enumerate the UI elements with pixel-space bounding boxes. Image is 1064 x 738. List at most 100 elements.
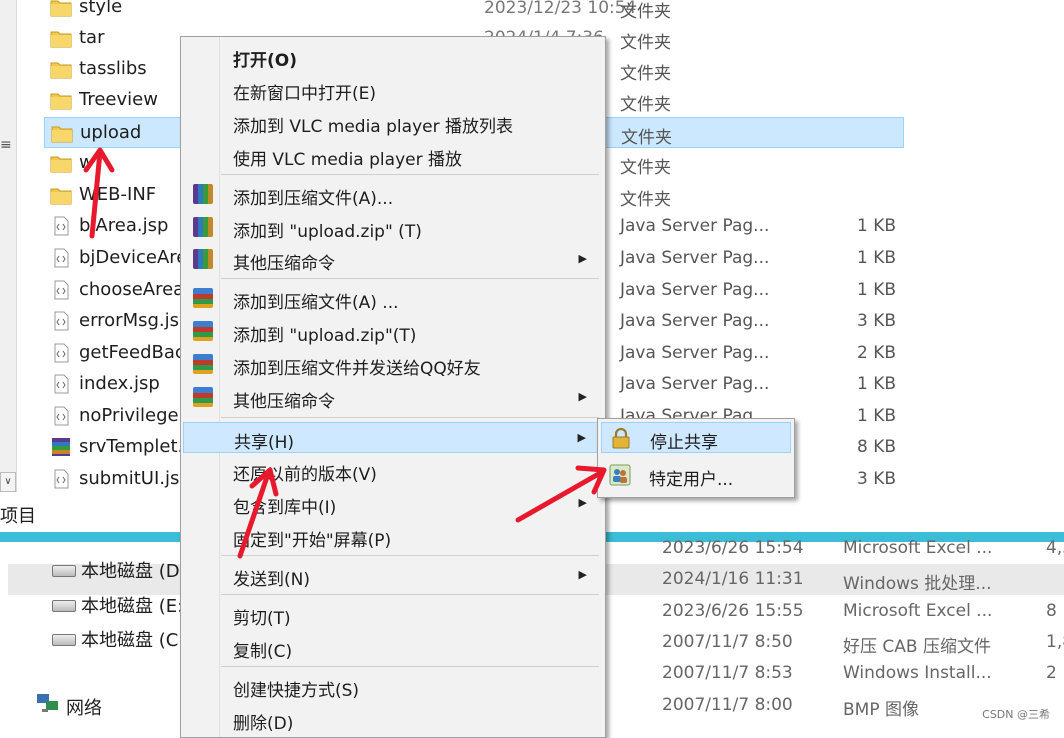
lower-row-date: 2024/1/16 11:31 — [662, 569, 804, 589]
context-menu-item[interactable]: 发送到(N) ▶ — [183, 560, 601, 591]
lower-row-type: 好压 CAB 压缩文件 — [843, 637, 991, 657]
context-menu: 打开(O) 在新窗口中打开(E) 添加到 VLC media player 播放列表… — [180, 36, 606, 738]
lower-row-date: 2007/11/7 8:53 — [662, 663, 793, 683]
menu-item-label: 其他压缩命令 — [233, 254, 335, 274]
menu-item-label: 删除(D) — [233, 714, 294, 734]
lower-row-date: 2007/11/7 8:50 — [662, 632, 793, 652]
context-menu-item[interactable]: 添加到 "upload.zip"(T) — [183, 316, 601, 347]
menu-item-label: 其他压缩命令 — [233, 392, 335, 412]
context-menu-item[interactable]: 添加到 "upload.zip" (T) — [183, 212, 601, 243]
menu-separator — [221, 417, 599, 418]
folder-icon — [50, 62, 72, 79]
context-menu-item[interactable]: 使用 VLC media player 播放 — [183, 140, 601, 171]
lock-icon — [612, 427, 630, 449]
file-size: 2 KB — [856, 343, 896, 363]
menu-separator — [221, 594, 599, 595]
file-name: srvTemplet. — [79, 436, 184, 457]
file-size: 1 KB — [856, 374, 896, 394]
context-menu-item[interactable]: 创建快捷方式(S) — [183, 671, 601, 702]
menu-separator — [221, 666, 599, 667]
context-menu-item[interactable]: 删除(D) — [183, 704, 601, 735]
context-menu-item[interactable]: 添加到 VLC media player 播放列表 — [183, 107, 601, 138]
folder-icon — [50, 93, 72, 110]
menu-item-label: 发送到(N) — [233, 570, 310, 590]
context-menu-item[interactable]: 打开(O) — [183, 41, 601, 72]
menu-item-label: 固定到"开始"屏幕(P) — [233, 531, 392, 551]
file-type: Java Server Pag... — [620, 374, 770, 394]
pane-grip-icon: ≡ — [0, 137, 12, 153]
haozip-icon — [193, 288, 213, 308]
submenu-arrow-icon: ▶ — [578, 568, 587, 581]
jsp-file-icon — [54, 311, 69, 331]
file-name: bjArea.jsp — [79, 215, 169, 236]
file-size: 3 KB — [856, 311, 896, 331]
file-type: Java Server Pag... — [620, 248, 770, 268]
file-size: 3 KB — [856, 469, 896, 489]
lower-row-size: 8 — [1046, 601, 1057, 621]
specific-users-item[interactable]: 特定用户... — [601, 460, 791, 491]
lower-row-date: 2007/11/7 8:00 — [662, 695, 793, 715]
stop-sharing-item[interactable]: 停止共享 — [601, 422, 791, 453]
file-name: noPrivilegeE — [79, 405, 190, 426]
file-type: Java Server Pag... — [620, 343, 770, 363]
file-name: index.jsp — [79, 373, 160, 394]
file-name: errorMsg.js — [79, 310, 180, 331]
menu-item-label: 添加到压缩文件(A) ... — [233, 293, 399, 313]
context-menu-item[interactable]: 剪切(T) — [183, 599, 601, 630]
drive-icon — [52, 565, 76, 577]
nav-item-drive-e[interactable]: 本地磁盘 (E: — [81, 592, 183, 618]
context-menu-item[interactable]: 复制(C) — [183, 632, 601, 663]
menu-separator — [221, 555, 599, 556]
menu-item-label: 打开(O) — [233, 51, 297, 71]
file-size: 1 KB — [856, 216, 896, 236]
drive-icon — [52, 600, 76, 612]
menu-item-label: 包含到库中(I) — [233, 498, 337, 518]
haozip-icon — [193, 354, 213, 374]
network-icon — [37, 694, 58, 712]
folder-icon — [50, 156, 72, 173]
archive-icon — [52, 438, 70, 456]
nav-item-network[interactable]: 网络 — [66, 694, 102, 720]
lower-row-size: 2 — [1046, 663, 1057, 683]
stop-sharing-label: 停止共享 — [650, 433, 718, 453]
context-menu-item[interactable]: 共享(H) ▶ — [183, 422, 601, 453]
file-name: Treeview — [79, 89, 158, 110]
file-name: WEB-INF — [79, 184, 157, 205]
file-name: upload — [80, 122, 142, 143]
file-date: 2023/12/23 10:54 — [484, 0, 637, 18]
lower-row-type: Microsoft Excel ... — [843, 601, 993, 621]
file-row[interactable]: style 2023/12/23 10:54 文件夹 — [44, 0, 904, 23]
context-menu-item[interactable]: 还原以前的版本(V) — [183, 455, 601, 486]
context-menu-item[interactable]: 包含到库中(I) ▶ — [183, 488, 601, 519]
lower-row-type: BMP 图像 — [843, 700, 919, 720]
folder-icon — [51, 126, 73, 143]
context-menu-item[interactable]: 其他压缩命令 ▶ — [183, 244, 601, 275]
context-menu-item[interactable]: 固定到"开始"屏幕(P) — [183, 521, 601, 552]
file-size: 1 KB — [856, 406, 896, 426]
context-menu-item[interactable]: 添加到压缩文件并发送给QQ好友 — [183, 349, 601, 380]
menu-item-label: 还原以前的版本(V) — [233, 465, 377, 485]
menu-item-label: 使用 VLC media player 播放 — [233, 150, 462, 170]
winrar-icon — [193, 217, 213, 237]
menu-item-label: 添加到压缩文件(A)... — [233, 189, 394, 209]
context-menu-item[interactable]: 在新窗口中打开(E) — [183, 74, 601, 105]
drive-icon — [52, 634, 76, 646]
context-menu-item[interactable]: 添加到压缩文件(A)... — [183, 179, 601, 210]
lower-row-date: 2023/6/26 15:55 — [662, 601, 804, 621]
specific-users-label: 特定用户... — [649, 470, 734, 490]
file-name: style — [79, 0, 123, 17]
file-size: 1 KB — [856, 280, 896, 300]
nav-item-drive-c[interactable]: 本地磁盘 (C — [81, 626, 178, 652]
lower-row-size: 1,8 — [1046, 632, 1064, 652]
menu-item-label: 在新窗口中打开(E) — [233, 84, 377, 104]
file-type: 文件夹 — [621, 128, 672, 148]
navigation-pane-edge: ≡ ∨ — [0, 0, 17, 492]
menu-item-label: 共享(H) — [234, 433, 295, 453]
file-name: tasslibs — [79, 58, 147, 79]
menu-item-label: 剪切(T) — [233, 609, 291, 629]
context-menu-item[interactable]: 添加到压缩文件(A) ... — [183, 283, 601, 314]
menu-item-label: 复制(C) — [233, 642, 293, 662]
context-menu-item[interactable]: 其他压缩命令 ▶ — [183, 382, 601, 413]
nav-item-drive-d[interactable]: 本地磁盘 (D — [81, 557, 180, 583]
scroll-down-icon[interactable]: ∨ — [0, 472, 16, 492]
